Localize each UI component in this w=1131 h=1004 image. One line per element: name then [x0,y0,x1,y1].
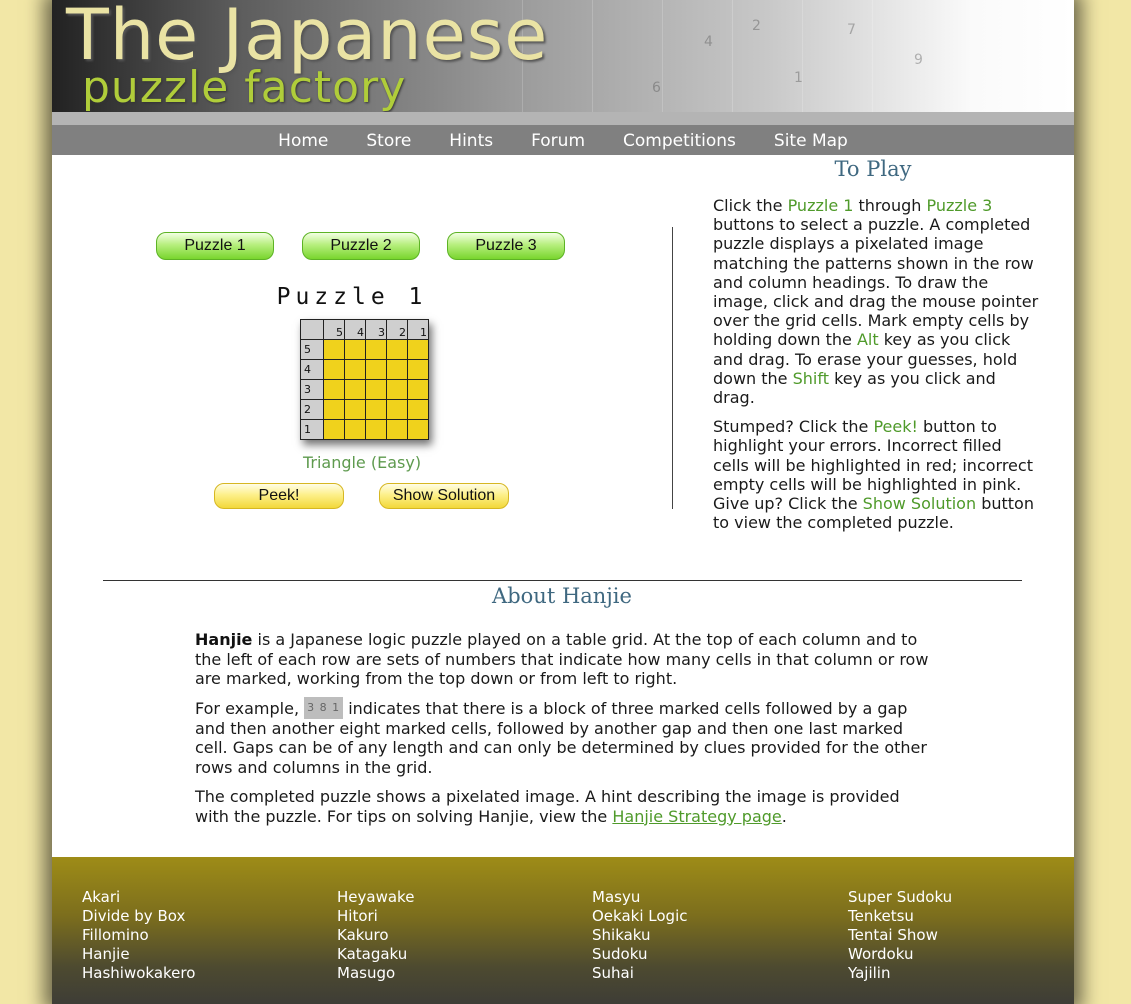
about-paragraph-2: For example, 3 8 1 indicates that there … [195,697,927,777]
hanjie-strategy-link[interactable]: Hanjie Strategy page [612,807,781,826]
about-paragraph-1: Hanjie is a Japanese logic puzzle played… [195,630,929,688]
grid-cell[interactable] [365,339,387,360]
grid-cell[interactable] [323,379,345,400]
grid-cell[interactable] [386,399,408,420]
column-clue: 4 [344,319,366,340]
grid-cell[interactable] [407,339,429,360]
header-banner: 2 4 7 1 9 6 The Japanese puzzle factory [52,0,1074,112]
instructions-paragraph-2: Stumped? Click the Peek! button to highl… [713,417,1034,533]
column-clue: 5 [323,319,345,340]
grid-cell[interactable] [344,359,366,380]
grid-cell[interactable] [407,399,429,420]
grid-cell[interactable] [386,339,408,360]
row-clue: 2 [300,399,324,420]
puzzle-3-button[interactable]: Puzzle 3 [447,232,565,260]
nav-site-map[interactable]: Site Map [755,125,867,155]
instructions-paragraph-1: Click the Puzzle 1 through Puzzle 3 butt… [713,196,1039,408]
footer-column-4: Super Sudoku Tenketsu Tentai Show Wordok… [848,888,952,983]
grid-cell[interactable] [323,399,345,420]
puzzle-1-button[interactable]: Puzzle 1 [156,232,274,260]
vertical-divider [672,227,673,509]
nav-forum[interactable]: Forum [512,125,604,155]
main-nav: Home Store Hints Forum Competitions Site… [52,125,1074,155]
show-solution-button[interactable]: Show Solution [379,483,509,509]
grid-cell[interactable] [365,359,387,380]
footer-link[interactable]: Yajilin [848,964,952,983]
puzzle-title: Puzzle 1 [276,284,428,310]
footer-link[interactable]: Masyu [592,888,687,907]
footer-link[interactable]: Divide by Box [82,907,195,926]
footer-link[interactable]: Masugo [337,964,414,983]
grid-cell[interactable] [365,399,387,420]
row-clue: 3 [300,379,324,400]
footer-link[interactable]: Hitori [337,907,414,926]
puzzle-hint: Triangle (Easy) [302,453,422,472]
clue-example: 3 8 1 [304,697,344,719]
grid-cell[interactable] [365,379,387,400]
puzzle-grid: 5 4 3 2 1 5 4 3 2 1 [300,319,429,440]
footer-link[interactable]: Suhai [592,964,687,983]
peek-button[interactable]: Peek! [214,483,344,509]
footer-link[interactable]: Heyawake [337,888,414,907]
nav-home[interactable]: Home [259,125,347,155]
footer-link[interactable]: Hashiwokakero [82,964,195,983]
footer-link[interactable]: Shikaku [592,926,687,945]
footer-link[interactable]: Oekaki Logic [592,907,687,926]
grid-cell[interactable] [407,359,429,380]
footer: Akari Divide by Box Fillomino Hanjie Has… [52,857,1074,1004]
grid-cell[interactable] [407,419,429,440]
page: 2 4 7 1 9 6 The Japanese puzzle factory … [52,0,1074,1004]
grid-cell[interactable] [344,339,366,360]
footer-link[interactable]: Fillomino [82,926,195,945]
footer-link[interactable]: Tentai Show [848,926,952,945]
footer-column-2: Heyawake Hitori Kakuro Katagaku Masugo [337,888,414,983]
footer-link[interactable]: Sudoku [592,945,687,964]
row-clue: 1 [300,419,324,440]
grid-cell[interactable] [323,419,345,440]
nav-hints[interactable]: Hints [430,125,512,155]
to-play-heading: To Play [834,157,912,181]
grid-cell[interactable] [344,379,366,400]
footer-link[interactable]: Hanjie [82,945,195,964]
footer-link[interactable]: Akari [82,888,195,907]
grid-cell[interactable] [386,379,408,400]
about-heading: About Hanjie [492,584,632,608]
footer-link[interactable]: Wordoku [848,945,952,964]
footer-link[interactable]: Katagaku [337,945,414,964]
header-stripe [52,112,1074,125]
column-clue: 1 [407,319,429,340]
grid-cell[interactable] [386,419,408,440]
row-clue: 4 [300,359,324,380]
footer-link[interactable]: Tenketsu [848,907,952,926]
grid-cell[interactable] [344,419,366,440]
about-text: Hanjie is a Japanese logic puzzle played… [195,630,935,836]
grid-cell[interactable] [323,359,345,380]
nav-store[interactable]: Store [347,125,430,155]
column-clue: 2 [386,319,408,340]
about-paragraph-3: The completed puzzle shows a pixelated i… [195,787,900,826]
grid-cell[interactable] [386,359,408,380]
grid-cell[interactable] [323,339,345,360]
site-logo-subtitle[interactable]: puzzle factory [82,62,406,112]
footer-link[interactable]: Kakuro [337,926,414,945]
footer-link[interactable]: Super Sudoku [848,888,952,907]
footer-column-1: Akari Divide by Box Fillomino Hanjie Has… [82,888,195,983]
grid-cell[interactable] [365,419,387,440]
grid-corner [300,319,324,340]
row-clue: 5 [300,339,324,360]
grid-cell[interactable] [407,379,429,400]
nav-competitions[interactable]: Competitions [604,125,755,155]
footer-column-3: Masyu Oekaki Logic Shikaku Sudoku Suhai [592,888,687,983]
puzzle-2-button[interactable]: Puzzle 2 [302,232,420,260]
section-divider [103,580,1022,581]
column-clue: 3 [365,319,387,340]
to-play-instructions: Click the Puzzle 1 through Puzzle 3 butt… [713,196,1041,542]
grid-cell[interactable] [344,399,366,420]
